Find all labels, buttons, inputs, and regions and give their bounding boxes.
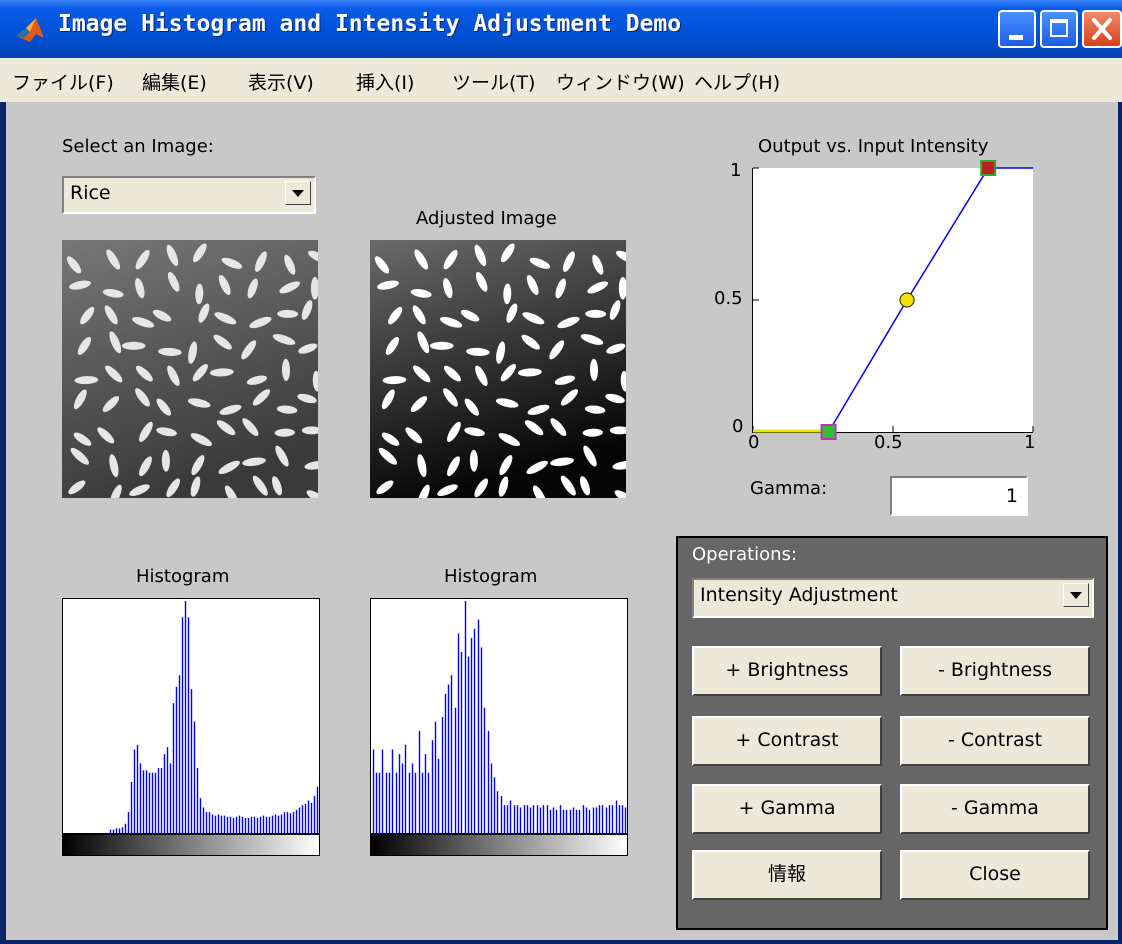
x-tick-0.5: 0.5 <box>874 432 903 453</box>
plus-gamma-button[interactable]: + Gamma <box>692 784 882 834</box>
chevron-down-icon[interactable] <box>285 181 311 205</box>
menu-bar: ファイル(F) 編集(E) 表示(V) 挿入(I) ツール(T) ウィンドウ(W… <box>0 58 1122 102</box>
original-image <box>62 240 318 498</box>
maximize-button[interactable] <box>1040 10 1078 48</box>
rice-grain <box>429 341 454 350</box>
histogram-right-title: Histogram <box>444 566 538 587</box>
close-window-button[interactable] <box>1082 10 1122 48</box>
menu-view[interactable]: 表示(V) <box>248 68 314 95</box>
minimize-button[interactable] <box>998 10 1036 48</box>
figure-area: Select an Image: Rice Adjusted Image His… <box>6 102 1118 940</box>
operations-dropdown[interactable]: Intensity Adjustment <box>692 578 1094 618</box>
minus-brightness-button[interactable]: - Brightness <box>900 646 1090 696</box>
title-bar[interactable]: Image Histogram and Intensity Adjustment… <box>0 0 1122 58</box>
high-control-point[interactable] <box>980 160 997 176</box>
menu-file[interactable]: ファイル(F) <box>12 68 114 95</box>
image-select-dropdown[interactable]: Rice <box>62 176 316 214</box>
menu-tools[interactable]: ツール(T) <box>452 68 535 95</box>
operations-panel: Operations: Intensity Adjustment + Brigh… <box>676 536 1108 930</box>
gamma-field[interactable] <box>892 478 1026 514</box>
y-tick-1: 1 <box>730 160 742 181</box>
maximize-icon <box>1050 19 1068 37</box>
gamma-control-point[interactable] <box>899 292 915 308</box>
histogram-right <box>370 598 628 834</box>
info-button[interactable]: 情報 <box>692 850 882 900</box>
minus-gamma-button[interactable]: - Gamma <box>900 784 1090 834</box>
matlab-logo-icon <box>16 18 44 42</box>
rice-grain <box>121 341 146 350</box>
operations-label: Operations: <box>692 544 798 565</box>
histogram-left-title: Histogram <box>136 566 230 587</box>
histogram-right-colorbar <box>370 834 628 856</box>
histogram-left <box>62 598 320 834</box>
y-tick-0.5: 0.5 <box>714 288 743 309</box>
minus-contrast-button[interactable]: - Contrast <box>900 716 1090 766</box>
adjusted-image-title: Adjusted Image <box>416 208 557 229</box>
y-tick-0: 0 <box>732 416 744 437</box>
chevron-down-icon[interactable] <box>1063 583 1089 607</box>
adjusted-image <box>370 240 626 498</box>
gamma-input[interactable] <box>890 476 1028 516</box>
x-tick-0: 0 <box>748 432 760 453</box>
menu-window[interactable]: ウィンドウ(W) <box>556 68 685 95</box>
menu-insert[interactable]: 挿入(I) <box>356 68 414 95</box>
intensity-plot-title: Output vs. Input Intensity <box>758 136 989 157</box>
minimize-icon <box>1009 35 1023 40</box>
image-select-value: Rice <box>70 182 111 204</box>
x-tick-1: 1 <box>1024 432 1036 453</box>
operations-value: Intensity Adjustment <box>700 584 898 606</box>
gamma-label: Gamma: <box>750 478 828 499</box>
plus-brightness-button[interactable]: + Brightness <box>692 646 882 696</box>
menu-help[interactable]: ヘルプ(H) <box>694 68 780 95</box>
close-icon <box>1092 18 1112 40</box>
menu-edit[interactable]: 編集(E) <box>142 68 207 95</box>
main-window: Image Histogram and Intensity Adjustment… <box>0 0 1122 944</box>
close-button[interactable]: Close <box>900 850 1090 900</box>
intensity-curve <box>827 167 1033 433</box>
histogram-left-colorbar <box>62 834 320 856</box>
plus-contrast-button[interactable]: + Contrast <box>692 716 882 766</box>
select-image-label: Select an Image: <box>62 136 214 157</box>
low-control-point[interactable] <box>820 424 837 440</box>
intensity-plot[interactable] <box>752 160 1034 440</box>
window-title: Image Histogram and Intensity Adjustment… <box>58 11 682 37</box>
